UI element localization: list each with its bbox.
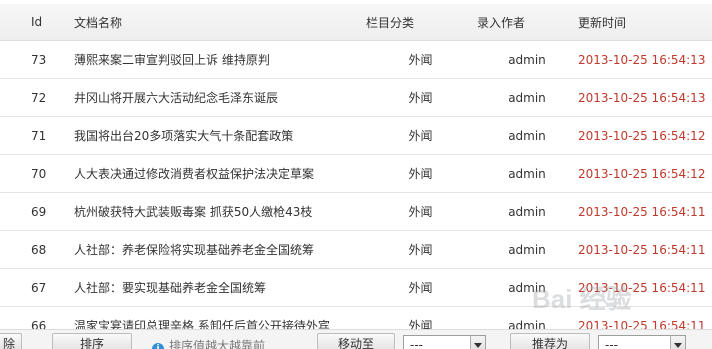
row-id: 69 [0,192,74,231]
row-title-link[interactable]: 人社部：养老保险将实现基础养老金全国统筹 [74,243,314,257]
row-author: admin [476,116,578,155]
column-header-title[interactable]: 文档名称 [74,4,365,41]
row-id: 71 [0,116,74,155]
chevron-down-icon [470,336,485,349]
row-id: 72 [0,78,74,117]
table-row: 69 杭州破获特大武装贩毒案 抓获50人缴枪43枝 外闻 admin 2013-… [0,192,712,231]
row-updated-time: 2013-10-25 16:54:11 [578,192,712,231]
table-header-row: Id 文档名称 栏目分类 录入作者 更新时间 操作 [0,4,712,41]
document-table: Id 文档名称 栏目分类 录入作者 更新时间 操作 73 薄熙来案二审宣判驳回上… [0,4,712,345]
row-id: 67 [0,268,74,307]
document-list-page: Id 文档名称 栏目分类 录入作者 更新时间 操作 73 薄熙来案二审宣判驳回上… [0,0,712,349]
table-body: 73 薄熙来案二审宣判驳回上诉 维持原判 外闻 admin 2013-10-25… [0,40,712,345]
recommend-target-value: --- [605,338,618,349]
row-category: 外闻 [365,268,476,307]
row-updated-time: 2013-10-25 16:54:12 [578,154,712,193]
delete-button[interactable]: 除 [0,333,22,349]
row-updated-time: 2013-10-25 16:54:13 [578,40,712,79]
row-title-link[interactable]: 人大表决通过修改消费者权益保护法决定草案 [74,167,314,181]
chevron-down-icon [670,336,685,349]
column-header-category[interactable]: 栏目分类 [365,4,476,41]
row-title-link[interactable]: 人社部：要实现基础养老金全国统筹 [74,281,266,295]
row-author: admin [476,78,578,117]
row-title-link[interactable]: 我国将出台20多项落实大气十条配套政策 [74,129,293,143]
table-row: 68 人社部：养老保险将实现基础养老金全国统筹 外闻 admin 2013-10… [0,230,712,269]
row-updated-time: 2013-10-25 16:54:13 [578,78,712,117]
row-author: admin [476,230,578,269]
row-title-link[interactable]: 井冈山将开展六大活动纪念毛泽东诞辰 [74,91,278,105]
row-updated-time: 2013-10-25 16:54:11 [578,230,712,269]
bulk-action-toolbar: 除 排序 i 排序值越大越靠前 移动至 --- 推荐为 --- [0,329,712,349]
column-header-updated[interactable]: 更新时间 [578,4,712,41]
table-row: 67 人社部：要实现基础养老金全国统筹 外闻 admin 2013-10-25 … [0,268,712,307]
sort-hint: i 排序值越大越靠前 [152,337,265,349]
move-target-select[interactable]: --- [403,335,486,349]
row-updated-time: 2013-10-25 16:54:11 [578,268,712,307]
row-id: 73 [0,40,74,79]
sort-button[interactable]: 排序 [52,333,132,349]
row-author: admin [476,40,578,79]
row-author: admin [476,154,578,193]
row-title-link[interactable]: 薄熙来案二审宣判驳回上诉 维持原判 [74,53,270,67]
table-row: 70 人大表决通过修改消费者权益保护法决定草案 外闻 admin 2013-10… [0,154,712,193]
column-header-author[interactable]: 录入作者 [476,4,578,41]
info-icon: i [152,343,164,349]
row-author: admin [476,268,578,307]
row-category: 外闻 [365,192,476,231]
row-updated-time: 2013-10-25 16:54:12 [578,116,712,155]
move-target-value: --- [410,338,423,349]
row-id: 68 [0,230,74,269]
recommend-as-button[interactable]: 推荐为 [510,333,590,349]
row-category: 外闻 [365,116,476,155]
row-category: 外闻 [365,78,476,117]
table-row: 72 井冈山将开展六大活动纪念毛泽东诞辰 外闻 admin 2013-10-25… [0,78,712,117]
row-category: 外闻 [365,40,476,79]
row-title-link[interactable]: 杭州破获特大武装贩毒案 抓获50人缴枪43枝 [74,205,312,219]
sort-hint-text: 排序值越大越靠前 [169,339,266,349]
table-row: 73 薄熙来案二审宣判驳回上诉 维持原判 外闻 admin 2013-10-25… [0,40,712,79]
table-row: 71 我国将出台20多项落实大气十条配套政策 外闻 admin 2013-10-… [0,116,712,155]
row-category: 外闻 [365,154,476,193]
recommend-target-select[interactable]: --- [598,335,686,349]
row-category: 外闻 [365,230,476,269]
column-header-id[interactable]: Id [0,4,74,41]
row-id: 70 [0,154,74,193]
row-author: admin [476,192,578,231]
move-to-button[interactable]: 移动至 [317,333,395,349]
